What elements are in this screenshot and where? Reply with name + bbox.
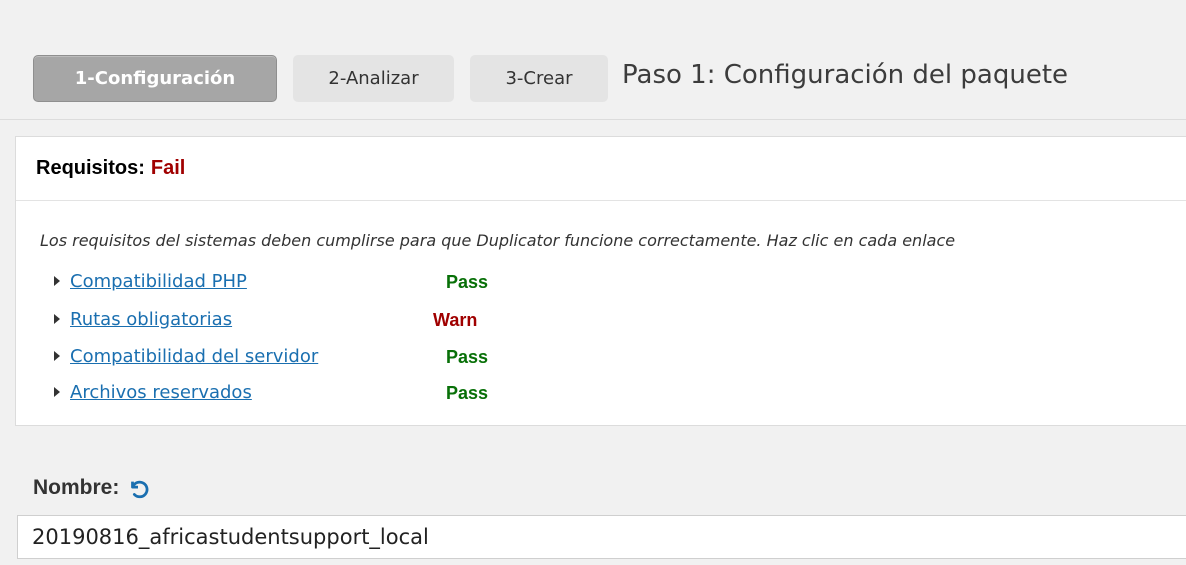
requirements-description: Los requisitos del sistemas deben cumpli… <box>40 231 956 250</box>
expand-triangle-icon[interactable] <box>54 351 60 361</box>
expand-triangle-icon[interactable] <box>54 387 60 397</box>
requirement-link-php[interactable]: Compatibilidad PHP <box>70 271 247 292</box>
requirement-status-server: Pass <box>446 347 489 367</box>
requirement-item-server: Compatibilidad del servidor <box>54 344 318 368</box>
name-label-text: Nombre: <box>33 476 120 499</box>
requirement-item-reserved-files: Archivos reservados <box>54 380 252 404</box>
requirement-status-paths: Warn <box>433 310 478 330</box>
package-name-input[interactable] <box>17 515 1186 559</box>
requirement-status-php: Pass <box>446 272 489 292</box>
requirement-status-reserved-files: Pass <box>446 383 489 403</box>
requirement-item-paths: Rutas obligatorias <box>54 307 232 331</box>
step-2-analizar-button[interactable]: 2-Analizar <box>293 55 454 102</box>
requirements-overall-status: Fail <box>150 157 186 179</box>
requirement-link-reserved-files[interactable]: Archivos reservados <box>70 382 252 403</box>
header-divider <box>0 119 1186 120</box>
requirement-link-server[interactable]: Compatibilidad del servidor <box>70 346 318 367</box>
undo-icon[interactable] <box>127 477 149 499</box>
requirement-link-paths[interactable]: Rutas obligatorias <box>70 309 232 330</box>
requirement-item-php: Compatibilidad PHP <box>54 269 247 293</box>
step-title: Paso 1: Configuración del paquete <box>622 60 1069 90</box>
step-1-configuracion-button[interactable]: 1-Configuración <box>33 55 277 102</box>
step-3-crear-button[interactable]: 3-Crear <box>470 55 608 102</box>
expand-triangle-icon[interactable] <box>54 276 60 286</box>
requirements-panel: Requisitos: Fail Los requisitos del sist… <box>15 136 1186 426</box>
requirements-heading: Requisitos: <box>36 157 145 179</box>
expand-triangle-icon[interactable] <box>54 314 60 324</box>
name-field-label: Nombre: <box>33 476 149 500</box>
requirements-header[interactable]: Requisitos: Fail <box>16 137 1186 201</box>
wizard-steps-bar: 1-Configuración 2-Analizar 3-Crear Paso … <box>0 0 1186 122</box>
